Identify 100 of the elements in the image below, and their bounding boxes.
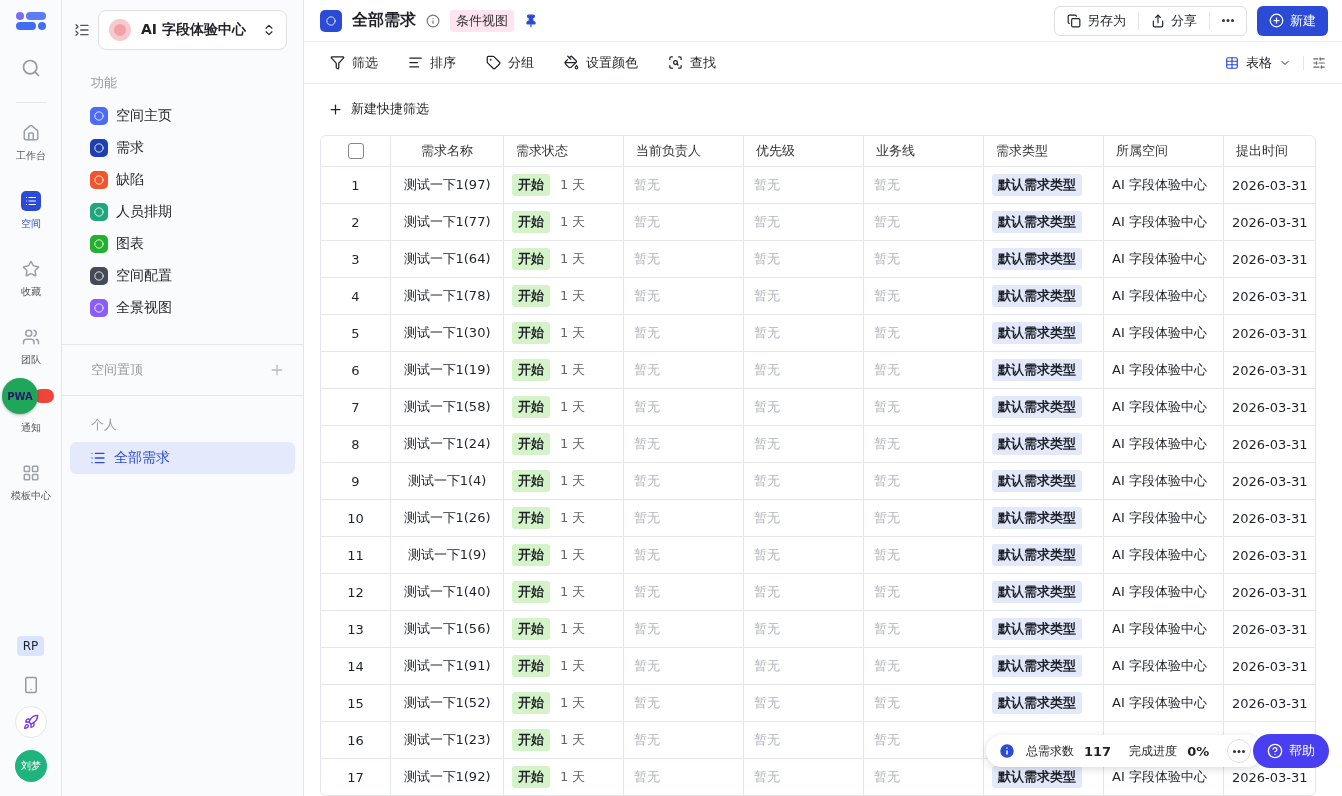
table-cell: 2026-03-31 — [1232, 695, 1308, 711]
circle-icon — [94, 143, 104, 153]
column-header[interactable]: 优先级 — [744, 136, 864, 167]
sidebar-item[interactable]: 全景视图 — [70, 292, 295, 324]
rail-item[interactable]: 模板中心 — [10, 489, 51, 503]
sidebar-item[interactable]: 全部需求 — [70, 442, 295, 474]
table-cell: 暂无 — [634, 435, 660, 453]
space-selector[interactable]: AI 字段体验中心 — [98, 10, 287, 50]
quick-filter-button[interactable]: 新建快捷筛选 — [304, 84, 453, 135]
status-tag: 开始 — [512, 581, 550, 603]
column-header[interactable]: 需求名称 — [391, 136, 504, 167]
type-tag: 默认需求类型 — [992, 211, 1082, 233]
table-cell: AI 字段体验中心 — [1112, 213, 1207, 231]
sidebar-item[interactable]: 图表 — [70, 228, 295, 260]
table-cell: 测试一下1(23) — [391, 722, 504, 759]
toolbar-button[interactable]: 筛选 — [322, 49, 386, 76]
share-button[interactable]: 分享 — [1139, 11, 1210, 30]
duration-text: 1 天 — [560, 361, 586, 379]
user-badge[interactable]: RP — [16, 636, 45, 656]
duration-text: 1 天 — [560, 287, 586, 305]
table-cell: AI 字段体验中心 — [1112, 435, 1207, 453]
row-number: 8 — [321, 426, 391, 463]
pin-icon[interactable] — [524, 13, 538, 28]
status-tag: 开始 — [512, 396, 550, 418]
toolbar-button[interactable]: 设置颜色 — [556, 49, 646, 76]
new-button[interactable]: 新建 — [1257, 5, 1328, 36]
table-cell: 暂无 — [874, 768, 900, 786]
info-icon — [998, 742, 1016, 760]
rail-item[interactable]: 收藏 — [20, 285, 41, 299]
rail-item[interactable]: 通知 — [20, 421, 41, 435]
duration-text: 1 天 — [560, 250, 586, 268]
type-tag: 默认需求类型 — [992, 655, 1082, 677]
column-header[interactable]: 业务线 — [864, 136, 984, 167]
toolbar-button[interactable]: 查找 — [660, 49, 724, 76]
table-cell: 暂无 — [634, 694, 660, 712]
column-header[interactable]: 需求状态 — [504, 136, 624, 167]
table-cell: 暂无 — [634, 768, 660, 786]
more-button[interactable] — [1227, 739, 1252, 763]
status-tag: 开始 — [512, 766, 550, 788]
table-cell: 测试一下1(24) — [391, 426, 504, 463]
rail-icon[interactable] — [20, 191, 41, 211]
table-cell: 暂无 — [754, 435, 780, 453]
table-cell: 暂无 — [874, 287, 900, 305]
table-cell: 暂无 — [754, 509, 780, 527]
paint-bucket-icon — [564, 55, 579, 70]
duration-text: 1 天 — [560, 176, 586, 194]
more-icon — [1222, 19, 1234, 22]
sidebar-item[interactable]: 空间配置 — [70, 260, 295, 292]
table-cell: 暂无 — [754, 657, 780, 675]
info-icon[interactable] — [426, 13, 440, 28]
duration-text: 1 天 — [560, 583, 586, 601]
sidebar-item[interactable]: 需求 — [70, 132, 295, 164]
table-cell: 暂无 — [754, 176, 780, 194]
toolbar-button[interactable]: 分组 — [478, 49, 542, 76]
stat-label: 总需求数 — [1026, 742, 1074, 760]
status-tag: 开始 — [512, 322, 550, 344]
search-icon[interactable] — [20, 58, 41, 78]
table-cell: 测试一下1(58) — [391, 389, 504, 426]
type-tag: 默认需求类型 — [992, 618, 1082, 640]
table-cell: 暂无 — [634, 213, 660, 231]
section-title: 空间置顶 — [91, 361, 143, 379]
view-selector[interactable]: 表格 — [1217, 49, 1299, 76]
column-header[interactable]: 提出时间 — [1224, 136, 1315, 167]
checkbox[interactable] — [347, 143, 364, 159]
rocket-button[interactable] — [14, 706, 47, 738]
list-icon — [90, 450, 106, 466]
column-header[interactable]: 需求类型 — [984, 136, 1104, 167]
column-header[interactable]: 所属空间 — [1104, 136, 1224, 167]
rail-item[interactable]: 空间 — [20, 217, 41, 231]
save-as-button[interactable]: 另存为 — [1055, 11, 1139, 30]
table-cell: 2026-03-31 — [1232, 177, 1308, 193]
table-cell: 2026-03-31 — [1232, 436, 1308, 452]
table-cell: AI 字段体验中心 — [1112, 361, 1207, 379]
table-cell: 暂无 — [754, 361, 780, 379]
toolbar-button[interactable]: 排序 — [400, 49, 464, 76]
sidebar-item[interactable]: 缺陷 — [70, 164, 295, 196]
settings-icon[interactable] — [1312, 55, 1326, 70]
duration-text: 1 天 — [560, 213, 586, 231]
rail-item[interactable]: 工作台 — [15, 149, 46, 163]
type-tag: 默认需求类型 — [992, 285, 1082, 307]
table-cell: 暂无 — [874, 694, 900, 712]
rail-item[interactable]: 团队 — [20, 353, 41, 367]
sidebar-item[interactable]: 人员排期 — [70, 196, 295, 228]
row-number: 17 — [321, 759, 391, 795]
logo-icon — [14, 12, 47, 30]
table-cell: 2026-03-31 — [1232, 325, 1308, 341]
table-cell: 测试一下1(64) — [391, 241, 504, 278]
table-cell: 测试一下1(52) — [391, 685, 504, 722]
table-cell: 2026-03-31 — [1232, 288, 1308, 304]
column-header[interactable]: 当前负责人 — [624, 136, 744, 167]
help-button[interactable]: 帮助 — [1253, 734, 1329, 768]
table-cell: AI 字段体验中心 — [1112, 176, 1207, 194]
table-cell: 2026-03-31 — [1232, 362, 1308, 378]
rocket-icon — [22, 714, 39, 730]
sidebar-item[interactable]: 空间主页 — [70, 100, 295, 132]
collapse-icon[interactable] — [74, 22, 90, 38]
view-tag: 条件视图 — [450, 9, 514, 32]
duration-text: 1 天 — [560, 768, 586, 786]
table-cell: 2026-03-31 — [1232, 547, 1308, 563]
pwa-button[interactable]: PWA — [2, 378, 38, 414]
